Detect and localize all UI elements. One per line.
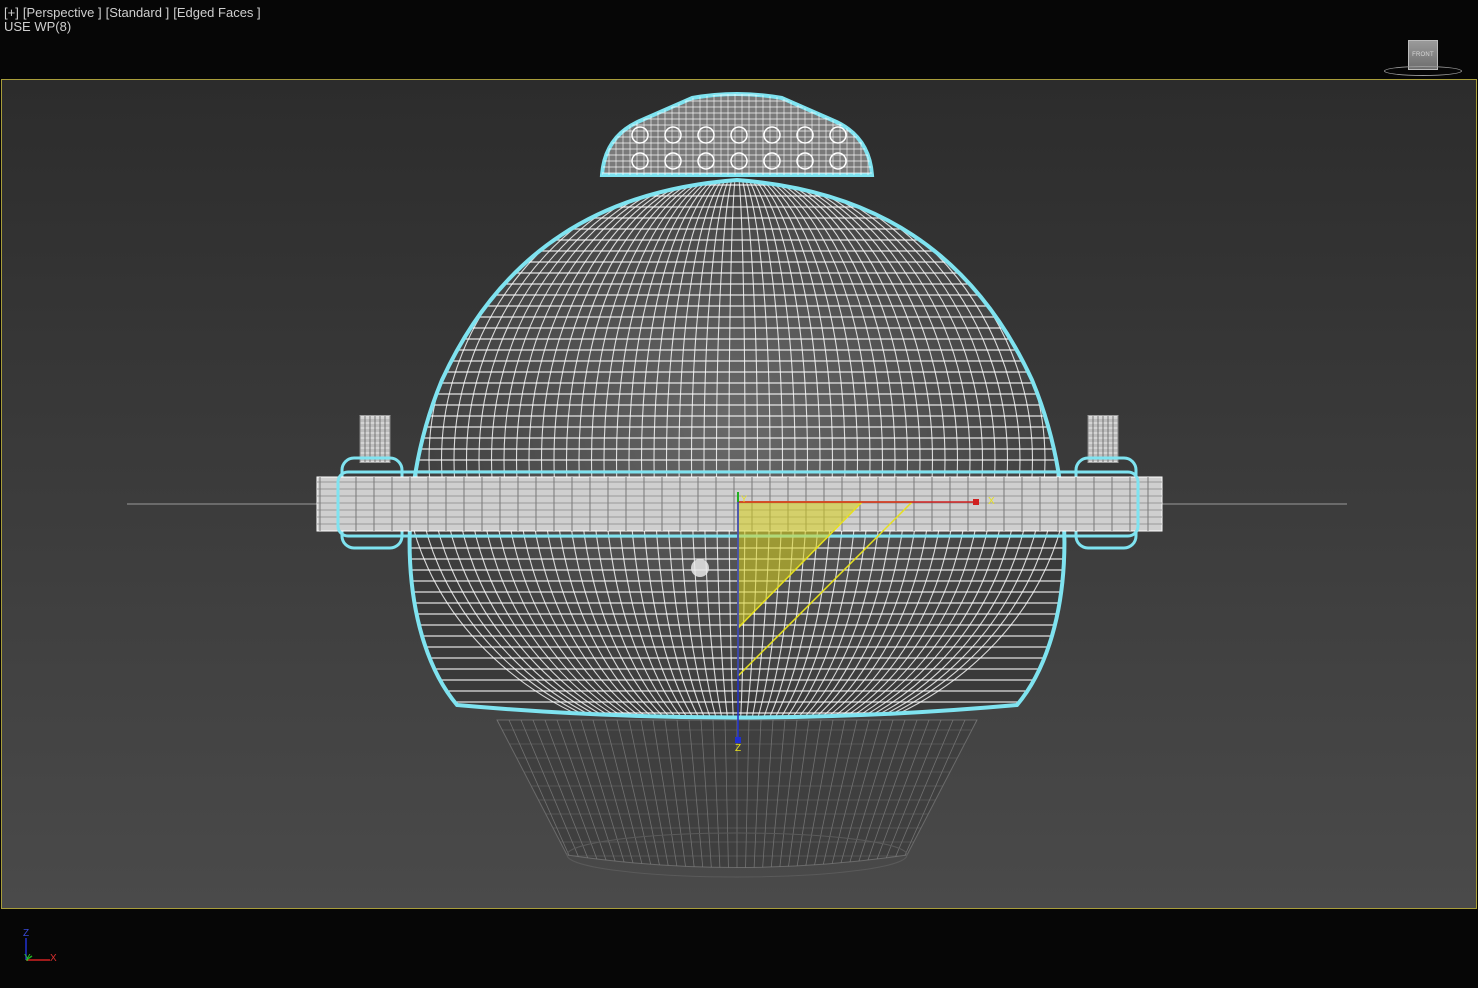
viewcube-compass-ring[interactable]	[1384, 66, 1462, 76]
workplane-label: USE WP(8)	[4, 19, 72, 34]
top-cap-mesh[interactable]	[599, 90, 875, 177]
specular-highlight	[691, 559, 709, 577]
sphere-dome-mesh[interactable]	[382, 170, 1092, 750]
safe-frame: X Y Z	[1, 79, 1477, 909]
viewport-general-menu[interactable]: [+]	[4, 5, 19, 20]
tripod-x-label: X	[50, 953, 57, 964]
viewcube[interactable]: FRONT	[1382, 38, 1464, 78]
gizmo-x-label: X	[988, 496, 995, 507]
viewport-label-menu: [+] [Perspective ] [Standard ] [Edged Faces…	[4, 6, 265, 19]
gizmo-x-handle[interactable]	[973, 499, 979, 505]
world-axis-tripod: Z Y X	[18, 926, 66, 970]
tripod-z-label: Z	[23, 928, 30, 939]
viewport-display-style-menu[interactable]: [Edged Faces ]	[173, 5, 260, 20]
viewport-point-of-view-menu[interactable]: [Perspective ]	[23, 5, 102, 20]
scene-render[interactable]: X Y Z	[2, 80, 1476, 908]
gizmo-y-label: Y	[741, 494, 747, 504]
tripod-y-label: Y	[24, 953, 31, 964]
viewport-shading-mode-menu[interactable]: [Standard ]	[106, 5, 170, 20]
gizmo-z-label: Z	[735, 743, 741, 754]
perspective-viewport[interactable]: [+] [Perspective ] [Standard ] [Edged Faces…	[0, 0, 1478, 988]
